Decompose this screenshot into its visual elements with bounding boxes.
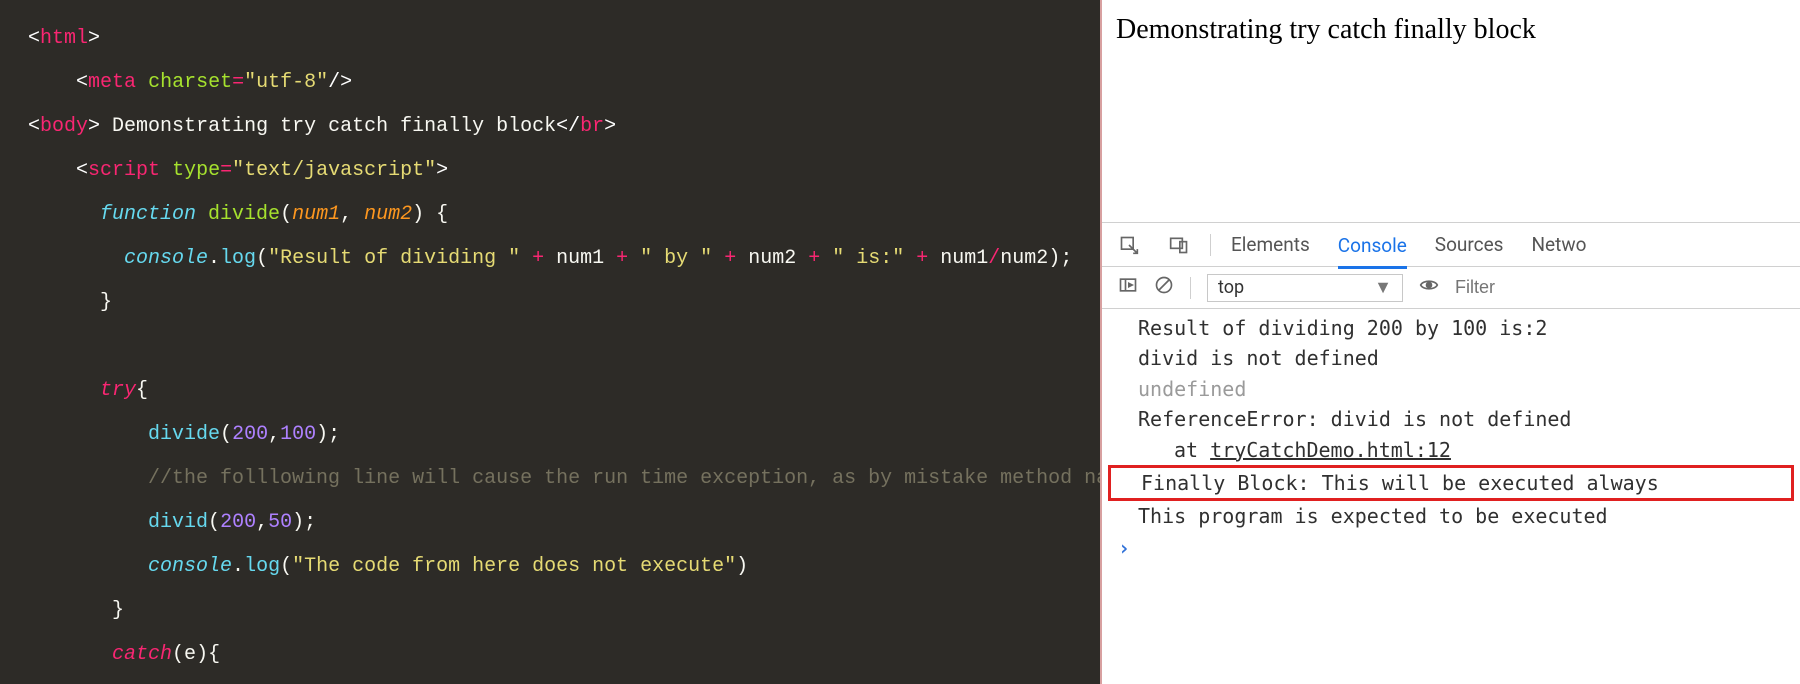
stack-link[interactable]: tryCatchDemo.html:12 <box>1210 438 1451 462</box>
code-editor[interactable]: <html> <meta charset="utf-8"/> <body> De… <box>0 0 1100 684</box>
live-expression-icon[interactable] <box>1419 275 1439 301</box>
sidebar-toggle-icon[interactable] <box>1118 275 1138 300</box>
tab-console[interactable]: Console <box>1338 234 1407 269</box>
context-label: top <box>1218 277 1244 298</box>
console-row-highlighted: Finally Block: This will be executed alw… <box>1108 465 1794 501</box>
browser-pane: Demonstrating try catch finally block El… <box>1100 0 1800 684</box>
tab-sources[interactable]: Sources <box>1435 233 1504 256</box>
context-selector[interactable]: top ▼ <box>1207 274 1403 302</box>
console-output[interactable]: Result of dividing 200 by 100 is:2 divid… <box>1102 309 1800 684</box>
chevron-down-icon: ▼ <box>1374 277 1392 298</box>
page-preview: Demonstrating try catch finally block <box>1102 0 1800 222</box>
console-prompt-icon[interactable]: › <box>1102 532 1800 564</box>
preview-text: Demonstrating try catch finally block <box>1116 14 1536 45</box>
console-row: ReferenceError: divid is not defined <box>1102 404 1800 434</box>
console-row: at tryCatchDemo.html:12 <box>1102 435 1800 465</box>
console-row: undefined <box>1102 374 1800 404</box>
console-row: divid is not defined <box>1102 343 1800 373</box>
console-row: This program is expected to be executed <box>1102 501 1800 531</box>
tab-network[interactable]: Netwo <box>1531 233 1586 256</box>
devtools-panel: Elements Console Sources Netwo top ▼ Res… <box>1102 222 1800 684</box>
devtools-tabs: Elements Console Sources Netwo <box>1102 223 1800 267</box>
filter-input[interactable] <box>1455 277 1545 298</box>
console-toolbar: top ▼ <box>1102 267 1800 309</box>
clear-console-icon[interactable] <box>1154 275 1174 300</box>
inspect-icon[interactable] <box>1118 235 1140 255</box>
console-row: Result of dividing 200 by 100 is:2 <box>1102 313 1800 343</box>
device-toggle-icon[interactable] <box>1168 235 1190 255</box>
tab-elements[interactable]: Elements <box>1231 233 1310 256</box>
